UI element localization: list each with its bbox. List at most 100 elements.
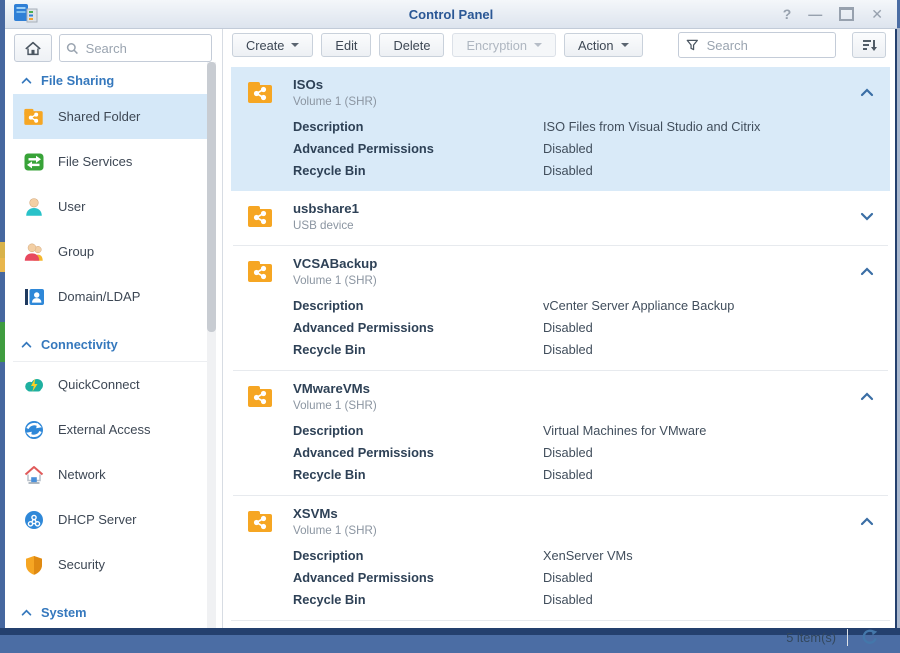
filter-search-box[interactable] xyxy=(678,32,836,58)
sidebar-item-label: File Services xyxy=(58,154,132,169)
maximize-button[interactable] xyxy=(839,7,854,21)
sidebar: File Sharing xyxy=(5,29,223,628)
network-icon xyxy=(22,463,45,486)
detail-label: Advanced Permissions xyxy=(293,445,543,460)
detail-label: Recycle Bin xyxy=(293,592,543,607)
create-button-label: Create xyxy=(246,38,284,53)
sidebar-item-security[interactable]: Security xyxy=(13,542,210,587)
detail-label: Advanced Permissions xyxy=(293,320,543,335)
sidebar-search-input[interactable] xyxy=(84,40,205,57)
user-icon xyxy=(22,195,45,218)
group-icon xyxy=(22,240,45,263)
folder-location: Volume 1 (SHR) xyxy=(293,524,377,537)
sidebar-item-label: QuickConnect xyxy=(58,377,140,392)
folder-row-usbshare1[interactable]: usbshare1 USB device xyxy=(231,191,890,245)
sidebar-item-file-services[interactable]: File Services xyxy=(13,139,210,184)
folder-row-xsvms[interactable]: XSVMs Volume 1 (SHR) Description XenServ… xyxy=(231,496,890,620)
sidebar-item-label: Group xyxy=(58,244,94,259)
sidebar-item-dhcp-server[interactable]: DHCP Server xyxy=(13,497,210,542)
detail-label: Advanced Permissions xyxy=(293,570,543,585)
shared-folder-icon xyxy=(22,105,45,128)
detail-value: Disabled xyxy=(543,592,593,607)
refresh-button[interactable] xyxy=(859,626,881,648)
folder-location: Volume 1 (SHR) xyxy=(293,399,377,412)
folder-name: VMwareVMs xyxy=(293,381,377,397)
sidebar-section-file-sharing[interactable]: File Sharing xyxy=(13,66,210,94)
encryption-button-label: Encryption xyxy=(466,38,526,53)
shared-folder-list: ISOs Volume 1 (SHR) Description ISO File… xyxy=(223,61,895,628)
home-button[interactable] xyxy=(14,34,52,62)
detail-label: Description xyxy=(293,548,543,563)
folder-detail-row: Advanced Permissions Disabled xyxy=(293,566,890,588)
sidebar-search-box[interactable] xyxy=(59,34,212,62)
edit-button-label: Edit xyxy=(335,38,357,53)
action-button-label: Action xyxy=(578,38,614,53)
folder-detail-row: Recycle Bin Disabled xyxy=(293,463,890,485)
sidebar-item-network[interactable]: Network xyxy=(13,452,210,497)
sidebar-item-label: Shared Folder xyxy=(58,109,140,124)
folder-detail-row: Recycle Bin Disabled xyxy=(293,159,890,181)
action-button[interactable]: Action xyxy=(564,33,643,57)
folder-detail-row: Advanced Permissions Disabled xyxy=(293,137,890,159)
detail-value: Virtual Machines for VMware xyxy=(543,423,706,438)
create-button[interactable]: Create xyxy=(232,33,313,57)
folder-row-isos[interactable]: ISOs Volume 1 (SHR) Description ISO File… xyxy=(231,67,890,191)
sidebar-item-group[interactable]: Group xyxy=(13,229,210,274)
collapse-chevron-up-icon[interactable] xyxy=(860,84,874,102)
minimize-button[interactable]: — xyxy=(808,7,822,21)
folder-detail-row: Description Virtual Machines for VMware xyxy=(293,419,890,441)
title-bar[interactable]: Control Panel ? — ✕ xyxy=(5,0,897,29)
folder-location: USB device xyxy=(293,219,359,232)
delete-button-label: Delete xyxy=(393,38,430,53)
domain-ldap-icon xyxy=(22,285,45,308)
collapse-chevron-up-icon[interactable] xyxy=(860,388,874,406)
detail-label: Description xyxy=(293,119,543,134)
sidebar-item-quickconnect[interactable]: QuickConnect xyxy=(13,362,210,407)
help-button[interactable]: ? xyxy=(783,7,792,21)
collapse-chevron-up-icon[interactable] xyxy=(860,263,874,281)
expand-chevron-down-icon[interactable] xyxy=(860,208,874,226)
sidebar-item-label: Network xyxy=(58,467,106,482)
detail-label: Recycle Bin xyxy=(293,467,543,482)
shared-folder-icon xyxy=(245,506,275,536)
edit-button[interactable]: Edit xyxy=(321,33,371,57)
folder-detail-row: Description ISO Files from Visual Studio… xyxy=(293,115,890,137)
sidebar-item-external-access[interactable]: External Access xyxy=(13,407,210,452)
sidebar-item-domain-ldap[interactable]: Domain/LDAP xyxy=(13,274,210,319)
folder-row-vcsabackup[interactable]: VCSABackup Volume 1 (SHR) Description vC… xyxy=(231,246,890,370)
caret-down-icon xyxy=(621,43,629,47)
folder-row-vmwarevms[interactable]: VMwareVMs Volume 1 (SHR) Description Vir… xyxy=(231,371,890,495)
delete-button[interactable]: Delete xyxy=(379,33,444,57)
item-count: 5 item(s) xyxy=(786,630,836,645)
sidebar-scrollbar-thumb[interactable] xyxy=(207,62,216,332)
quickconnect-icon xyxy=(22,373,45,396)
folder-detail-row: Recycle Bin Disabled xyxy=(293,338,890,360)
sidebar-nav: File Sharing xyxy=(5,66,222,628)
detail-label: Advanced Permissions xyxy=(293,141,543,156)
security-shield-icon xyxy=(22,553,45,576)
detail-value: Disabled xyxy=(543,467,593,482)
footer-divider xyxy=(847,629,848,646)
sidebar-section-system[interactable]: System xyxy=(13,595,210,628)
folder-detail-row: Description vCenter Server Appliance Bac… xyxy=(293,294,890,316)
sidebar-item-label: User xyxy=(58,199,85,214)
chevron-up-icon xyxy=(21,609,32,616)
sort-button[interactable] xyxy=(852,32,886,58)
detail-value: Disabled xyxy=(543,141,593,156)
collapse-chevron-up-icon[interactable] xyxy=(860,513,874,531)
detail-value: Disabled xyxy=(543,342,593,357)
home-icon xyxy=(24,40,42,57)
folder-name: usbshare1 xyxy=(293,201,359,217)
file-services-icon xyxy=(22,150,45,173)
sidebar-item-shared-folder[interactable]: Shared Folder xyxy=(13,94,210,139)
sidebar-section-connectivity[interactable]: Connectivity xyxy=(13,327,210,362)
detail-value: Disabled xyxy=(543,320,593,335)
folder-location: Volume 1 (SHR) xyxy=(293,95,377,108)
chevron-up-icon xyxy=(21,77,32,84)
close-button[interactable]: ✕ xyxy=(871,7,883,21)
encryption-button: Encryption xyxy=(452,33,555,57)
caret-down-icon xyxy=(534,43,542,47)
filter-search-input[interactable] xyxy=(705,37,828,54)
chevron-up-icon xyxy=(21,341,32,348)
sidebar-item-user[interactable]: User xyxy=(13,184,210,229)
